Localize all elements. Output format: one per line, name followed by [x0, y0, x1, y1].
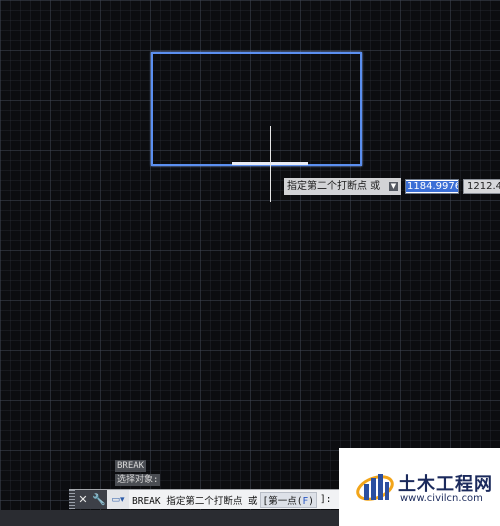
- x-coordinate-input[interactable]: 1184.9976: [405, 179, 459, 194]
- crosshair-cursor: [270, 126, 271, 202]
- option-first-point[interactable]: [第一点(F): [259, 491, 317, 508]
- command-text: BREAK 指定第二个打断点 或: [132, 495, 258, 507]
- command-history-line: BREAK: [115, 460, 147, 472]
- civilcn-logo-icon: [356, 474, 394, 501]
- watermark-url: www.civilcn.com: [400, 493, 483, 504]
- y-coordinate-input[interactable]: 1212.46: [463, 179, 500, 194]
- close-icon[interactable]: ✕: [75, 490, 91, 509]
- y-coordinate-value: 1212.46: [467, 181, 500, 192]
- dynamic-input-prompt: 指定第二个打断点 或 ▼: [284, 178, 401, 195]
- command-history-line: 选择对象:: [115, 474, 161, 486]
- command-line[interactable]: ✕ 🔧 ▭▾ BREAK 指定第二个打断点 或 [第一点(F) ]:: [69, 489, 340, 509]
- command-prompt-end: ]:: [319, 494, 332, 505]
- selected-rectangle[interactable]: [151, 52, 362, 166]
- down-arrow-icon[interactable]: ▼: [389, 182, 398, 191]
- wrench-icon[interactable]: 🔧: [91, 490, 107, 509]
- prompt-text: 指定第二个打断点 或: [287, 181, 381, 192]
- command-icon[interactable]: ▭▾: [107, 490, 129, 509]
- x-coordinate-value: 1184.9976: [406, 181, 458, 192]
